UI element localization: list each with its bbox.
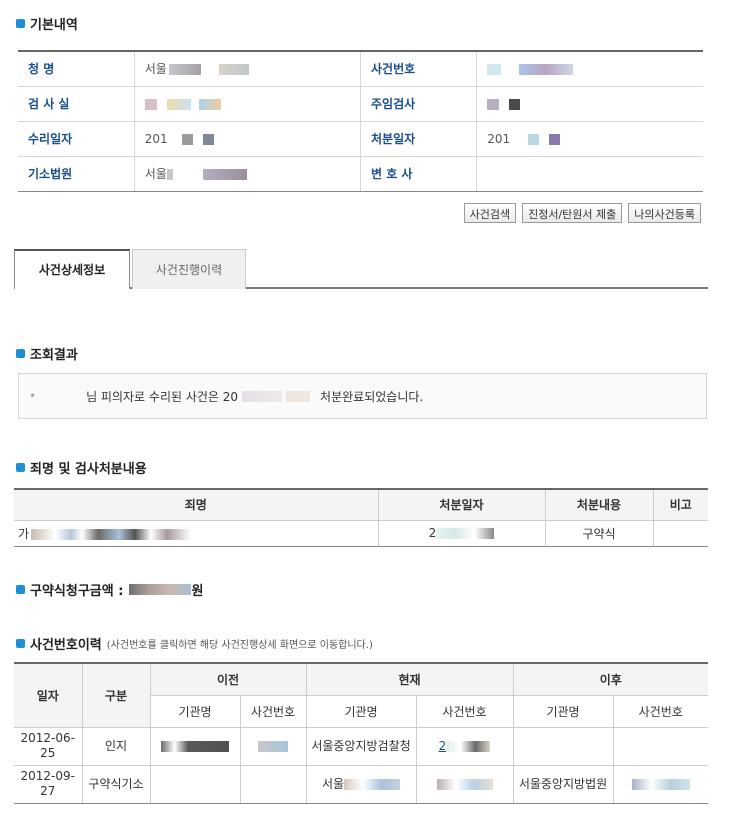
history-type: 구약식기소 — [82, 765, 151, 804]
history-prev-case-number — [240, 765, 307, 804]
square-bullet-icon — [16, 585, 25, 594]
history-next-agency — [513, 727, 614, 766]
charge-note — [653, 520, 708, 547]
col-next: 이후 — [513, 663, 708, 696]
value-indicted-court: 서울 — [134, 156, 361, 192]
tab-bar: 사건상세정보 사건진행이력 — [14, 249, 708, 290]
result-message-a: 님 피의자로 수리된 사건은 20 — [86, 389, 239, 404]
col-cur-agency: 기관명 — [306, 695, 417, 728]
label-received-date: 수리일자 — [18, 121, 135, 157]
history-cur-agency: 서울 — [306, 765, 417, 804]
history-prev-case-number[interactable] — [240, 727, 307, 766]
square-bullet-icon — [16, 349, 25, 358]
history-cur-case-number[interactable]: 2 — [416, 727, 514, 766]
history-next-case-number[interactable] — [613, 765, 708, 804]
charges-table: 죄명 처분일자 처분내용 비고 가 2 구약식 — [14, 488, 708, 547]
table-row: 기소법원 서울 변 호 사 — [18, 156, 703, 192]
result-message-box: • 님 피의자로 수리된 사건은 20 처분완료되었습니다. — [18, 373, 707, 419]
submit-petition-button[interactable]: 진정서/탄원서 제출 — [522, 203, 623, 223]
table-row: 청 명 서울 사건번호 — [18, 51, 703, 87]
label-case-number: 사건번호 — [359, 51, 478, 87]
table-row: 검 사 실 주임검사 — [18, 86, 703, 122]
fine-amount: 구약식청구금액 : 원 — [16, 580, 203, 599]
col-note: 비고 — [653, 489, 708, 521]
basic-info-table: 청 명 서울 사건번호 검 사 실 주임검사 수리일자 201 처분일자 201… — [18, 50, 703, 192]
history-cur-agency: 서울중앙지방검찰청 — [306, 727, 417, 766]
action-button-bar: 사건검색 진정서/탄원서 제출 나의사건등록 — [463, 203, 701, 223]
square-bullet-icon — [16, 19, 25, 28]
table-row: 가 2 구약식 — [14, 520, 708, 547]
table-row: 2012-09-27 구약식기소 서울 서울중앙지방법원 — [14, 765, 708, 804]
history-cur-case-number[interactable] — [416, 765, 514, 804]
basic-info-title: 기본내역 — [16, 14, 78, 33]
charge-name: 가 — [14, 520, 379, 547]
col-charge-name: 죄명 — [14, 489, 379, 521]
tab-case-history[interactable]: 사건진행이력 — [132, 249, 246, 289]
value-lawyer — [476, 156, 703, 192]
value-prosecutor-office — [134, 86, 361, 122]
case-number-history-title: 사건번호이력 (사건번호를 클릭하면 해당 사건진행상세 화면으로 이동합니다.… — [16, 634, 373, 653]
col-next-case-number: 사건번호 — [613, 695, 708, 728]
col-prev: 이전 — [150, 663, 307, 696]
redacted-block — [286, 390, 311, 402]
table-row: 2012-06-25 인지 서울중앙지방검찰청 2 — [14, 727, 708, 766]
value-disposition-date: 201 — [476, 121, 703, 157]
register-my-case-button[interactable]: 나의사건등록 — [628, 203, 701, 223]
charge-disposition: 구약식 — [545, 520, 654, 547]
square-bullet-icon — [16, 639, 25, 648]
square-bullet-icon — [16, 463, 25, 472]
col-cur-case-number: 사건번호 — [416, 695, 514, 728]
col-type: 구분 — [82, 663, 151, 728]
label-indicted-court: 기소법원 — [18, 156, 135, 192]
history-prev-agency — [150, 765, 241, 804]
table-row: 수리일자 201 처분일자 201 — [18, 121, 703, 157]
label-prosecutor-office: 검 사 실 — [18, 86, 135, 122]
col-disposition: 처분내용 — [545, 489, 654, 521]
charge-disposition-date: 2 — [378, 520, 546, 547]
bullet-dot-icon: • — [29, 389, 37, 403]
label-lawyer: 변 호 사 — [359, 156, 478, 192]
result-message-b: 처분완료되었습니다. — [320, 389, 424, 404]
table-header-row: 일자 구분 이전 현재 이후 — [14, 663, 708, 728]
label-lead-prosecutor: 주임검사 — [359, 86, 478, 122]
value-received-date: 201 — [134, 121, 361, 157]
label-office: 청 명 — [18, 51, 135, 87]
case-search-button[interactable]: 사건검색 — [463, 203, 517, 223]
redacted-block — [242, 390, 283, 402]
col-date: 일자 — [14, 663, 83, 728]
value-lead-prosecutor — [476, 86, 703, 122]
history-type: 인지 — [82, 727, 151, 766]
history-date: 2012-09-27 — [14, 765, 83, 804]
tab-case-detail[interactable]: 사건상세정보 — [14, 249, 130, 290]
value-case-number — [476, 51, 703, 87]
col-prev-agency: 기관명 — [150, 695, 241, 728]
col-current: 현재 — [306, 663, 514, 696]
col-next-agency: 기관명 — [513, 695, 614, 728]
history-next-agency: 서울중앙지방법원 — [513, 765, 614, 804]
table-header-row: 죄명 처분일자 처분내용 비고 — [14, 489, 708, 521]
value-office: 서울 — [134, 51, 361, 87]
charges-title: 죄명 및 검사처분내용 — [16, 458, 147, 477]
history-next-case-number — [613, 727, 708, 766]
result-title: 조회결과 — [16, 344, 78, 363]
redacted-amount — [129, 584, 192, 595]
history-prev-agency — [150, 727, 241, 766]
case-history-table: 일자 구분 이전 현재 이후 기관명 사건번호 기관명 사건번호 기관명 사건번… — [14, 662, 708, 804]
history-date: 2012-06-25 — [14, 727, 83, 766]
col-prev-case-number: 사건번호 — [240, 695, 307, 728]
label-disposition-date: 처분일자 — [359, 121, 478, 157]
col-disposition-date: 처분일자 — [378, 489, 546, 521]
